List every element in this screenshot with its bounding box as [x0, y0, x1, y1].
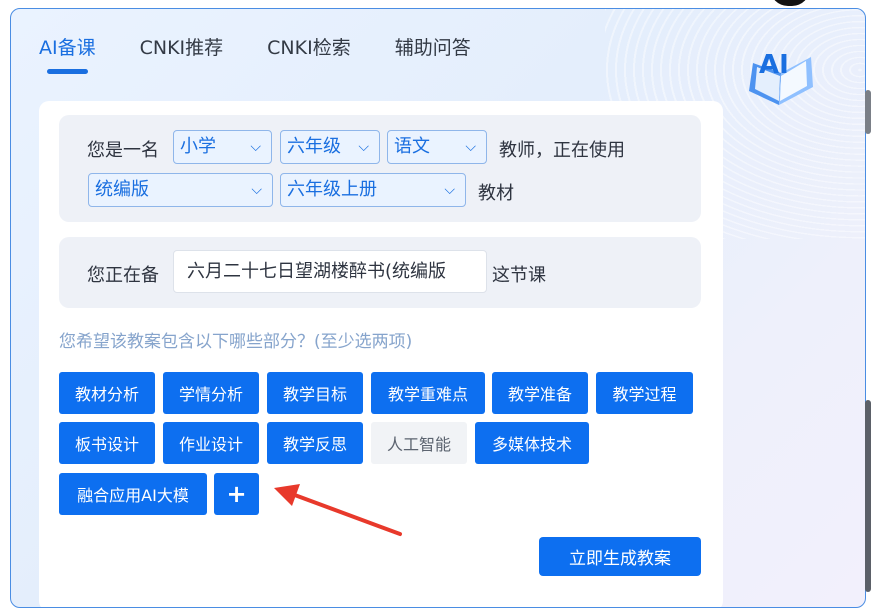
edition-select[interactable]: 统编版 ⌵ — [88, 173, 273, 207]
tab-cnki-recommend[interactable]: CNKI推荐 — [140, 33, 224, 74]
grade-value: 六年级 — [287, 136, 341, 157]
section-chip-preparation[interactable]: 教学准备 — [492, 372, 588, 414]
chevron-down-icon: ⌵ — [444, 182, 455, 198]
section-chip-student-analysis[interactable]: 学情分析 — [163, 372, 259, 414]
section-chip-key-difficulties[interactable]: 教学重难点 — [371, 372, 485, 414]
section-chip-teaching-process[interactable]: 教学过程 — [596, 372, 693, 414]
teacher-profile-panel: 您是一名 小学 ⌵ 六年级 ⌵ 语文 ⌵ 教师，正在使用 统编版 ⌵ 六年级上册… — [59, 115, 701, 222]
profile-prefix-label: 您是一名 — [87, 140, 159, 161]
logo-text: AI — [759, 50, 789, 80]
section-chip-artificial-intelligence[interactable]: 人工智能 — [371, 422, 467, 464]
tab-ai-lesson-prep[interactable]: AI备课 — [39, 33, 96, 74]
scrollbar-thumb[interactable] — [865, 90, 871, 134]
section-chip-teaching-goals[interactable]: 教学目标 — [267, 372, 363, 414]
generate-lesson-plan-button[interactable]: 立即生成教案 — [539, 537, 701, 576]
section-chip-ai-model-integration[interactable]: 融合应用AI大模 — [59, 473, 207, 515]
edition-value: 统编版 — [95, 179, 149, 200]
chevron-down-icon: ⌵ — [250, 139, 261, 155]
lesson-input[interactable]: 六月二十七日望湖楼醉书(统编版 — [173, 250, 487, 293]
role-suffix-label: 教师，正在使用 — [499, 140, 625, 161]
red-arrow-annotation-icon — [274, 484, 402, 536]
material-suffix-label: 教材 — [478, 183, 514, 204]
chevron-down-icon: ⌵ — [358, 139, 369, 155]
volume-value: 六年级上册 — [287, 179, 377, 200]
tab-bar: AI备课 CNKI推荐 CNKI检索 辅助问答 — [39, 33, 471, 74]
camera-notch — [770, 0, 810, 6]
section-chip-board-design[interactable]: 板书设计 — [59, 422, 155, 464]
chevron-down-icon: ⌵ — [251, 182, 262, 198]
grade-select[interactable]: 六年级 ⌵ — [280, 130, 380, 164]
school-level-value: 小学 — [180, 136, 216, 157]
subject-select[interactable]: 语文 ⌵ — [387, 130, 487, 164]
tab-assistant-qa[interactable]: 辅助问答 — [395, 33, 471, 74]
school-level-select[interactable]: 小学 ⌵ — [173, 130, 272, 164]
tab-cnki-search[interactable]: CNKI检索 — [267, 33, 351, 74]
section-chip-reflection[interactable]: 教学反思 — [267, 422, 363, 464]
subject-value: 语文 — [394, 136, 430, 157]
sections-prompt: 您希望该教案包含以下哪些部分？(至少选两项) — [59, 332, 413, 352]
section-chip-multimedia[interactable]: 多媒体技术 — [475, 422, 589, 464]
lesson-suffix-label: 这节课 — [492, 265, 546, 286]
volume-select[interactable]: 六年级上册 ⌵ — [280, 173, 466, 207]
add-section-button[interactable]: + — [214, 473, 259, 515]
lesson-prefix-label: 您正在备 — [87, 265, 159, 286]
section-chip-homework-design[interactable]: 作业设计 — [163, 422, 259, 464]
app-window: AI备课 CNKI推荐 CNKI检索 辅助问答 AI 您是一名 小学 ⌵ 六年级… — [10, 8, 866, 608]
ai-book-logo-icon: AI — [749, 50, 813, 105]
lesson-panel: 您正在备 六月二十七日望湖楼醉书(统编版 这节课 — [59, 237, 701, 308]
scrollbar-thumb-secondary[interactable] — [865, 400, 871, 592]
chevron-down-icon: ⌵ — [465, 139, 476, 155]
section-chip-textbook-analysis[interactable]: 教材分析 — [59, 372, 155, 414]
